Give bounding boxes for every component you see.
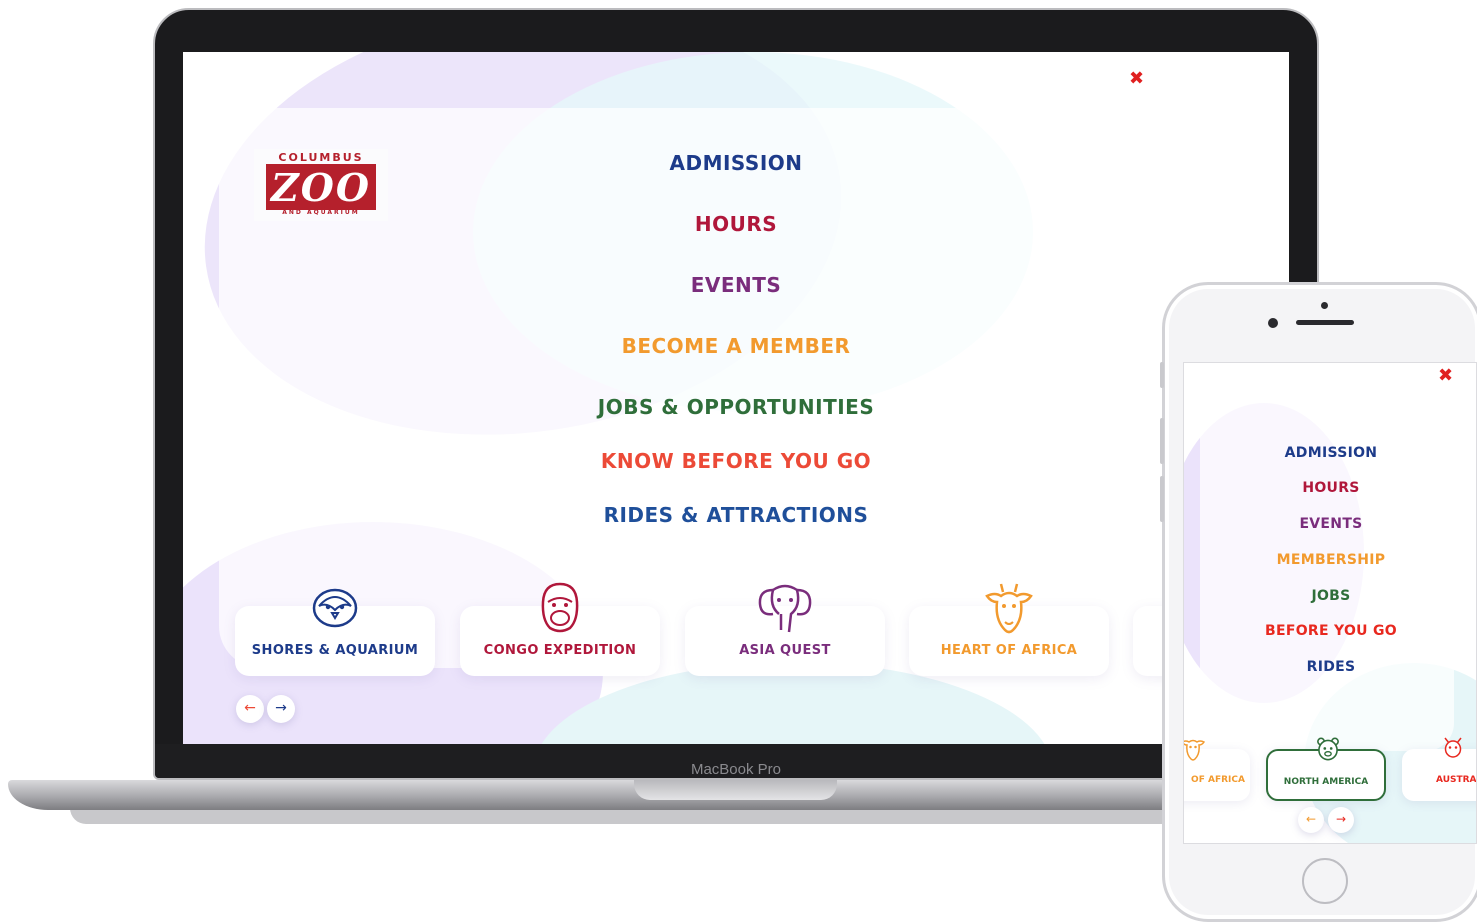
region-card-heart-of-africa[interactable]: HEART OF AFRICA bbox=[909, 583, 1109, 676]
elephant-icon bbox=[758, 584, 812, 633]
laptop-notch bbox=[634, 780, 837, 800]
carousel-prev-button[interactable]: ← bbox=[236, 695, 264, 723]
mobile-region-label: AUSTRA bbox=[1436, 775, 1477, 785]
menu-item-jobs[interactable]: JOBS & OPPORTUNITIES bbox=[183, 395, 1289, 419]
mobile-menu-item-rides[interactable]: RIDES bbox=[1184, 659, 1476, 675]
mobile-region-card-of-africa[interactable]: OF AFRICA bbox=[1184, 739, 1250, 801]
menu-item-events[interactable]: EVENTS bbox=[183, 273, 1289, 297]
giraffe-icon bbox=[1184, 739, 1206, 761]
close-icon[interactable]: ✖ bbox=[1129, 70, 1144, 88]
gorilla-icon bbox=[541, 582, 579, 633]
menu-item-rides-attractions[interactable]: RIDES & ATTRACTIONS bbox=[183, 503, 1289, 527]
region-card-shores-aquarium[interactable]: SHORES & AQUARIUM bbox=[235, 588, 435, 676]
mobile-menu-item-membership[interactable]: MEMBERSHIP bbox=[1184, 552, 1476, 568]
region-card-asia-quest[interactable]: ASIA QUEST bbox=[685, 584, 885, 676]
region-card-label: HEART OF AFRICA bbox=[940, 643, 1078, 658]
mobile-menu-item-admission[interactable]: ADMISSION bbox=[1184, 445, 1476, 461]
menu-item-become-a-member[interactable]: BECOME A MEMBER bbox=[183, 334, 1289, 358]
giraffe-icon bbox=[985, 583, 1033, 634]
phone-camera bbox=[1268, 318, 1278, 328]
region-card-label: SHORES & AQUARIUM bbox=[251, 643, 419, 658]
menu-item-hours[interactable]: HOURS bbox=[183, 212, 1289, 236]
mobile-menu-item-events[interactable]: EVENTS bbox=[1184, 516, 1476, 532]
kangaroo-icon bbox=[1444, 737, 1462, 758]
phone-side-button bbox=[1160, 362, 1164, 388]
close-icon[interactable]: ✖ bbox=[1438, 367, 1453, 385]
mobile-region-card-north-america[interactable]: NORTH AMERICA bbox=[1266, 737, 1386, 801]
mobile-carousel-next-button[interactable]: → bbox=[1328, 807, 1354, 833]
bear-icon bbox=[1317, 737, 1339, 761]
region-card-label: ASIA QUEST bbox=[739, 643, 831, 658]
penguin-icon bbox=[312, 588, 358, 628]
menu-item-know-before-you-go[interactable]: KNOW BEFORE YOU GO bbox=[183, 449, 1289, 473]
region-card-label: CONGO EXPEDITION bbox=[483, 643, 637, 658]
menu-item-admission[interactable]: ADMISSION bbox=[183, 151, 1289, 175]
mobile-region-card-australia[interactable]: AUSTRA bbox=[1402, 737, 1477, 801]
phone-sensor bbox=[1321, 302, 1328, 309]
phone-side-button bbox=[1160, 476, 1164, 522]
mobile-region-label: NORTH AMERICA bbox=[1283, 777, 1369, 787]
region-card-congo-expedition[interactable]: CONGO EXPEDITION bbox=[460, 582, 660, 676]
mobile-region-label: OF AFRICA bbox=[1191, 775, 1245, 785]
device-label: MacBook Pro bbox=[690, 761, 782, 778]
mobile-menu-item-jobs[interactable]: JOBS bbox=[1184, 588, 1476, 604]
phone-screen: ✖ ADMISSION HOURS EVENTS MEMBERSHIP JOBS… bbox=[1183, 362, 1477, 844]
mobile-menu-item-hours[interactable]: HOURS bbox=[1184, 480, 1476, 496]
mobile-menu-item-before-you-go[interactable]: BEFORE YOU GO bbox=[1184, 623, 1476, 639]
phone-side-button bbox=[1160, 418, 1164, 464]
carousel-next-button[interactable]: → bbox=[267, 695, 295, 723]
phone-home-button[interactable] bbox=[1302, 858, 1348, 904]
laptop-screen: COLUMBUS ZOO AND AQUARIUM ✖ ADMISSION HO… bbox=[183, 52, 1289, 744]
phone-speaker bbox=[1296, 320, 1354, 325]
mobile-carousel-prev-button[interactable]: ← bbox=[1298, 807, 1324, 833]
